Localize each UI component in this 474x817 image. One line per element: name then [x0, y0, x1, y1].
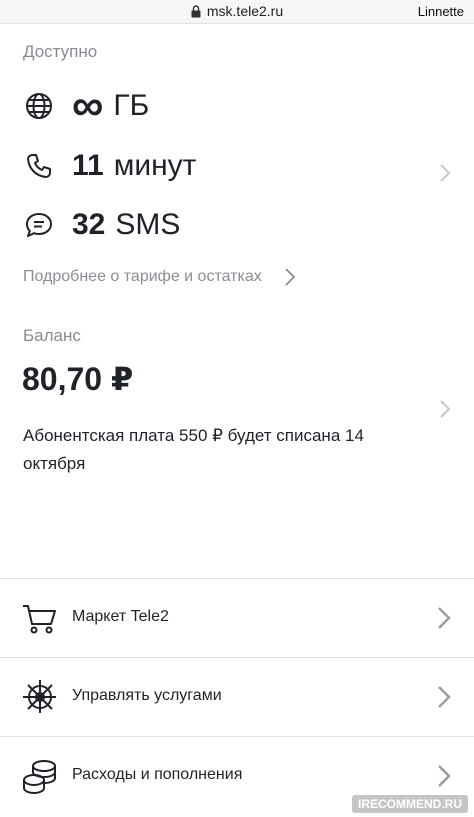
sms-row: 32 SMS [22, 205, 180, 245]
internet-row: ∞ ГБ [22, 81, 150, 130]
calls-value: 11 [72, 149, 104, 182]
menu-item-label: Расходы и пополнения [72, 766, 243, 783]
reader-label[interactable]: Linnette [418, 4, 464, 19]
sms-unit: SMS [115, 208, 181, 241]
phone-icon [22, 149, 56, 183]
menu-item-market[interactable]: Маркет Tele2 [0, 579, 474, 657]
globe-icon [22, 89, 56, 123]
menu-item-label: Маркет Tele2 [72, 608, 169, 625]
remains-label: Доступно [23, 42, 98, 61]
balance-amount: 80,70 ₽ [22, 361, 134, 397]
tariff-details-link[interactable]: Подробнее о тарифе и остатках [23, 267, 296, 287]
sms-value: 32 [72, 208, 106, 241]
browser-url-bar[interactable]: msk.tele2.ru Linnette [0, 0, 474, 24]
balance-chevron-icon[interactable] [438, 398, 452, 420]
tariff-details-label: Подробнее о тарифе и остатках [23, 268, 262, 285]
message-icon [22, 208, 56, 242]
menu-item-label: Управлять услугами [72, 687, 222, 704]
menu-item-services[interactable]: Управлять услугами [0, 658, 474, 736]
lock-icon [191, 5, 201, 18]
chevron-right-icon [438, 686, 451, 708]
watermark: IRECOMMEND.RU [352, 795, 468, 813]
remains-chevron-icon[interactable] [438, 162, 452, 184]
balance-label: Баланс [23, 326, 81, 345]
url-text: msk.tele2.ru [206, 3, 284, 19]
chevron-right-icon [438, 607, 451, 629]
fee-note: Абонентская плата 550 ₽ будет списана 14… [23, 426, 364, 473]
internet-unit: ГБ [113, 89, 150, 122]
calls-unit: минут [113, 149, 197, 182]
cart-icon [23, 605, 56, 634]
chevron-right-icon [438, 765, 451, 787]
address-field[interactable]: msk.tele2.ru [0, 3, 474, 19]
calls-row: 11 минут [22, 146, 196, 186]
chevron-right-icon [285, 268, 295, 286]
internet-value: ∞ [72, 81, 104, 130]
coins-icon [23, 760, 56, 795]
helm-icon [23, 680, 56, 713]
